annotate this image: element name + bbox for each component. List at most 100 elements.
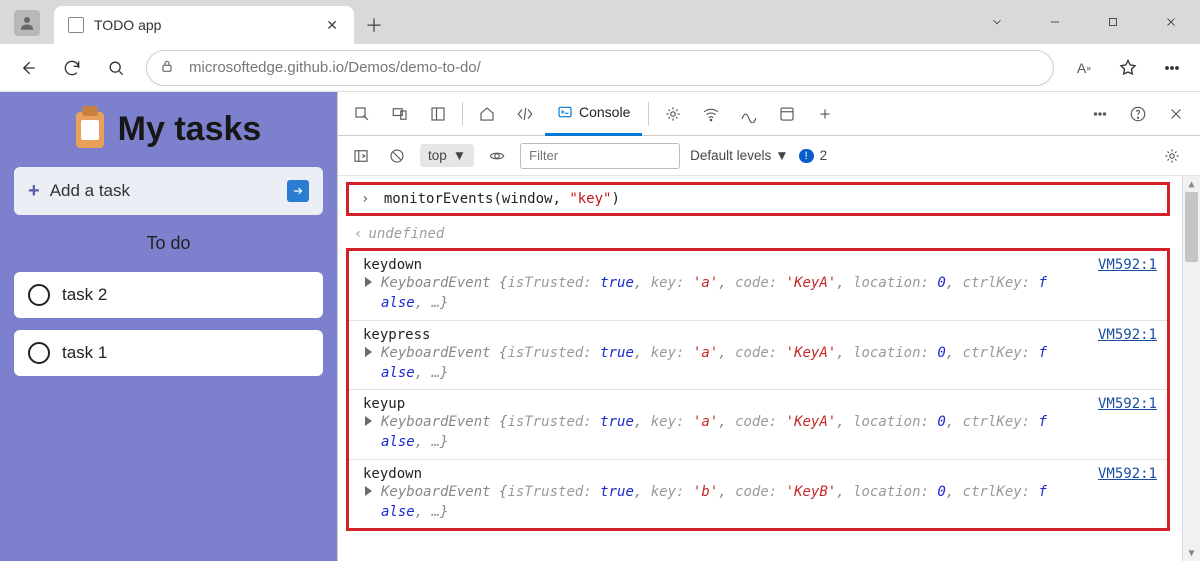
dock-icon[interactable]	[420, 96, 456, 132]
event-object[interactable]: KeyboardEvent {isTrusted: true, key: 'a'…	[363, 273, 1157, 314]
plus-icon: +	[28, 180, 40, 203]
scrollbar[interactable]: ▲ ▼	[1182, 176, 1200, 561]
back-button[interactable]	[8, 48, 48, 88]
console-settings-icon[interactable]	[1154, 138, 1190, 174]
page-title-text: My tasks	[118, 110, 262, 149]
issues-button[interactable]: ! 2	[799, 148, 828, 163]
window-minimize-icon[interactable]	[1026, 0, 1084, 44]
new-tab-button[interactable]: ＋	[354, 6, 394, 44]
source-link[interactable]: VM592:1	[1098, 327, 1157, 343]
console-filter-bar: top ▼ Default levels ▼ ! 2	[338, 136, 1200, 176]
clear-console-icon[interactable]	[384, 138, 410, 174]
performance-icon[interactable]	[731, 96, 767, 132]
inspect-icon[interactable]	[344, 96, 380, 132]
task-row[interactable]: task 1	[14, 330, 323, 376]
window-controls	[968, 0, 1200, 44]
event-name: keydown	[363, 466, 422, 482]
event-object[interactable]: KeyboardEvent {isTrusted: true, key: 'b'…	[363, 482, 1157, 523]
more-tabs-icon[interactable]	[807, 96, 843, 132]
window-chevron-icon[interactable]	[968, 0, 1026, 44]
console-command-row[interactable]: › monitorEvents(window, "key")	[346, 182, 1170, 216]
live-expression-icon[interactable]	[484, 138, 510, 174]
event-name: keyup	[363, 396, 405, 412]
task-checkbox[interactable]	[28, 284, 50, 306]
undefined-label: undefined	[368, 226, 444, 242]
command-text: monitorEvents(window, "key")	[384, 191, 620, 207]
tab-favicon	[68, 17, 84, 33]
console-tab-label: Console	[579, 104, 630, 120]
console-events-group: keydown VM592:1 KeyboardEvent {isTrusted…	[346, 248, 1170, 531]
tab-close-icon[interactable]: ✕	[322, 17, 342, 34]
section-header: To do	[14, 233, 323, 254]
console-log-row[interactable]: keydown VM592:1 KeyboardEvent {isTrusted…	[349, 251, 1167, 321]
window-maximize-icon[interactable]	[1084, 0, 1142, 44]
chevron-down-icon: ▼	[453, 148, 466, 163]
chevron-down-icon: ▼	[775, 148, 788, 163]
console-log-row[interactable]: keydown VM592:1 KeyboardEvent {isTrusted…	[349, 460, 1167, 529]
console-sidebar-toggle-icon[interactable]	[348, 138, 374, 174]
expand-icon[interactable]	[365, 347, 372, 357]
welcome-icon[interactable]	[469, 96, 505, 132]
issues-badge-icon: !	[799, 149, 814, 163]
prompt-icon: ›	[361, 191, 369, 207]
context-selector[interactable]: top ▼	[420, 144, 474, 167]
url-text: microsoftedge.github.io/Demos/demo-to-do…	[189, 59, 481, 76]
scroll-thumb[interactable]	[1185, 192, 1198, 262]
add-task-input[interactable]: + Add a task	[14, 167, 323, 215]
device-toggle-icon[interactable]	[382, 96, 418, 132]
elements-icon[interactable]	[507, 96, 543, 132]
nav-toolbar: microsoftedge.github.io/Demos/demo-to-do…	[0, 44, 1200, 92]
event-object[interactable]: KeyboardEvent {isTrusted: true, key: 'a'…	[363, 343, 1157, 384]
console-log-row[interactable]: keyup VM592:1 KeyboardEvent {isTrusted: …	[349, 390, 1167, 460]
expand-icon[interactable]	[365, 486, 372, 496]
task-list: task 2 task 1	[14, 272, 323, 388]
scroll-down-icon[interactable]: ▼	[1183, 545, 1200, 561]
application-icon[interactable]	[769, 96, 805, 132]
task-label: task 2	[62, 285, 107, 305]
source-link[interactable]: VM592:1	[1098, 396, 1157, 412]
favorite-button[interactable]	[1108, 48, 1148, 88]
task-row[interactable]: task 2	[14, 272, 323, 318]
search-button[interactable]	[96, 48, 136, 88]
clipboard-icon	[76, 112, 104, 148]
expand-icon[interactable]	[365, 416, 372, 426]
event-object[interactable]: KeyboardEvent {isTrusted: true, key: 'a'…	[363, 412, 1157, 453]
browser-tab[interactable]: TODO app ✕	[54, 6, 354, 44]
lock-icon	[159, 58, 175, 78]
window-close-icon[interactable]	[1142, 0, 1200, 44]
more-menu-button[interactable]	[1152, 48, 1192, 88]
devtools-tabs: Console	[338, 92, 1200, 136]
task-checkbox[interactable]	[28, 342, 50, 364]
console-log-row[interactable]: keypress VM592:1 KeyboardEvent {isTruste…	[349, 321, 1167, 391]
console-tab[interactable]: Console	[545, 92, 642, 136]
page-title: My tasks	[14, 110, 323, 149]
log-levels-label: Default levels	[690, 148, 771, 163]
titlebar: TODO app ✕ ＋	[0, 0, 1200, 44]
issues-count: 2	[820, 148, 828, 163]
console-output: › monitorEvents(window, "key") ‹ undefine…	[338, 176, 1200, 561]
source-link[interactable]: VM592:1	[1098, 257, 1157, 273]
profile-avatar[interactable]	[14, 10, 40, 36]
network-icon[interactable]	[693, 96, 729, 132]
log-levels-selector[interactable]: Default levels ▼	[690, 148, 788, 163]
devtools-more-icon[interactable]	[1082, 96, 1118, 132]
tab-title: TODO app	[94, 17, 161, 33]
event-name: keypress	[363, 327, 430, 343]
address-bar[interactable]: microsoftedge.github.io/Demos/demo-to-do…	[146, 50, 1054, 86]
devtools-help-icon[interactable]	[1120, 96, 1156, 132]
read-aloud-button[interactable]: A»	[1064, 48, 1104, 88]
add-task-submit-icon[interactable]	[287, 180, 309, 202]
refresh-button[interactable]	[52, 48, 92, 88]
task-label: task 1	[62, 343, 107, 363]
expand-icon[interactable]	[365, 277, 372, 287]
return-icon: ‹	[354, 226, 362, 242]
add-task-label: Add a task	[50, 181, 130, 201]
devtools-panel: Console top ▼ Default levels	[337, 92, 1200, 561]
main-split: My tasks + Add a task To do task 2 task …	[0, 92, 1200, 561]
scroll-up-icon[interactable]: ▲	[1183, 176, 1200, 192]
devtools-close-icon[interactable]	[1158, 96, 1194, 132]
source-link[interactable]: VM592:1	[1098, 466, 1157, 482]
sources-icon[interactable]	[655, 96, 691, 132]
filter-input[interactable]	[520, 143, 680, 169]
console-return-row: ‹ undefined	[338, 222, 1178, 246]
